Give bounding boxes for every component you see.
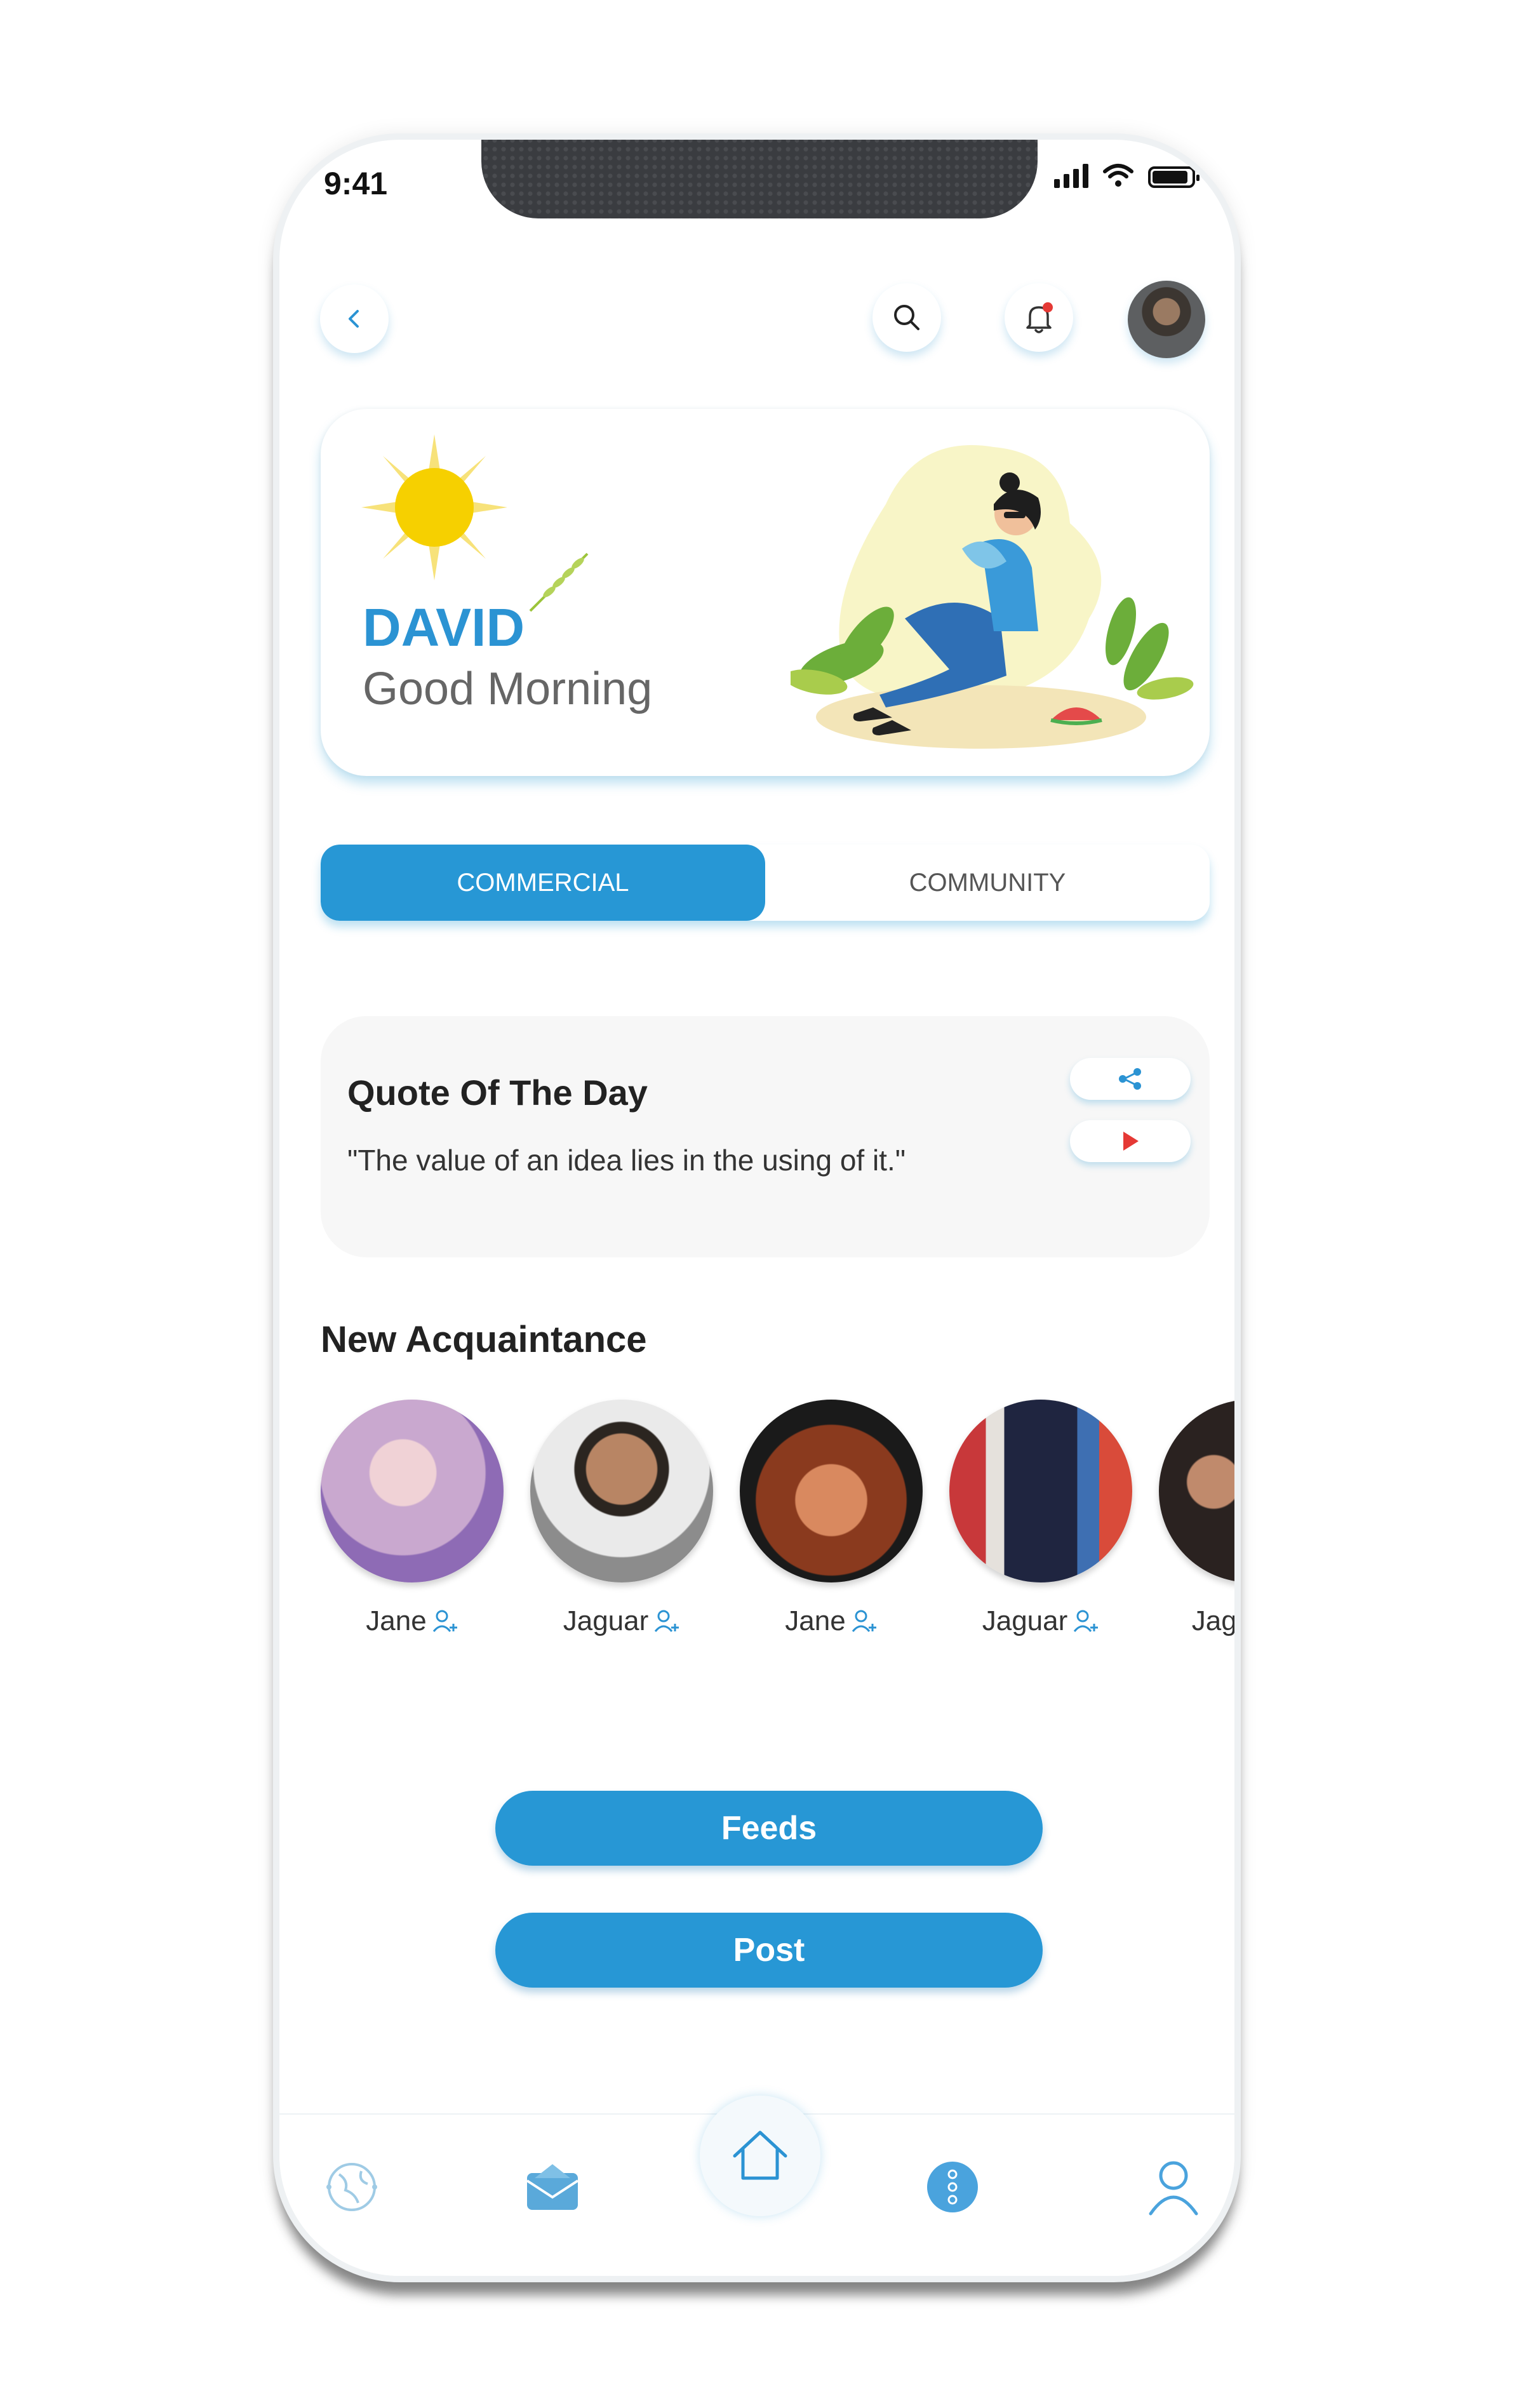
mail-icon (526, 2164, 579, 2210)
leaf-icon (529, 552, 589, 612)
person-photo (530, 1400, 713, 1582)
sun-icon (361, 434, 507, 580)
search-button[interactable] (872, 283, 941, 352)
back-button[interactable] (320, 284, 389, 353)
quote-card: Quote Of The Day "The value of an idea l… (321, 1016, 1210, 1257)
signal-icon (1054, 163, 1088, 188)
post-button[interactable]: Post (495, 1913, 1043, 1988)
tab-community[interactable]: COMMUNITY (765, 845, 1210, 921)
nav-explore[interactable] (320, 2155, 384, 2219)
category-tabs: COMMERCIAL COMMUNITY (321, 845, 1210, 921)
person-name: Jane (366, 1605, 427, 1636)
person-card[interactable]: Jaguar (949, 1400, 1132, 1637)
add-user-icon[interactable] (432, 1609, 458, 1634)
bell-icon (1026, 302, 1053, 333)
globe-icon (326, 2163, 377, 2211)
greeting-card: DAVID Good Morning (321, 409, 1210, 776)
status-icons (1054, 163, 1200, 188)
person-card[interactable]: Jane (321, 1400, 504, 1637)
person-photo (321, 1400, 504, 1582)
play-button[interactable] (1070, 1120, 1191, 1162)
person-card[interactable]: Jaguar (1159, 1400, 1237, 1637)
share-icon (1119, 1068, 1141, 1090)
acquaintance-title: New Acquaintance (321, 1319, 647, 1360)
search-icon (894, 305, 919, 330)
person-name: Jaguar (1191, 1605, 1237, 1636)
home-icon (733, 2130, 787, 2180)
person-card[interactable]: Jane (740, 1400, 923, 1637)
tab-commercial[interactable]: COMMERCIAL (321, 845, 765, 921)
nav-profile[interactable] (1142, 2155, 1205, 2219)
feeds-button[interactable]: Feeds (495, 1791, 1043, 1866)
quote-text: "The value of an idea lies in the using … (347, 1144, 906, 1177)
user-icon (1149, 2161, 1198, 2216)
chevron-left-icon (349, 310, 359, 328)
status-time: 9:41 (324, 166, 388, 201)
greeting-message: Good Morning (363, 664, 653, 714)
play-icon (1123, 1132, 1139, 1151)
person-name: Jaguar (982, 1605, 1068, 1636)
wifi-icon (1103, 164, 1133, 187)
nav-more[interactable] (921, 2155, 984, 2219)
notification-button[interactable] (1005, 283, 1073, 352)
person-name: Jane (785, 1605, 846, 1636)
battery-icon (1148, 166, 1200, 188)
share-button[interactable] (1070, 1058, 1191, 1100)
person-photo (740, 1400, 923, 1582)
person-card[interactable]: Jaguar (530, 1400, 713, 1637)
quote-title: Quote Of The Day (347, 1073, 648, 1113)
more-icon (927, 2162, 978, 2212)
user-avatar[interactable] (1128, 281, 1205, 358)
person-name: Jaguar (563, 1605, 649, 1636)
acquaintance-list: Jane Jaguar Jane Jaguar Jaguar (321, 1400, 1237, 1666)
person-photo (1159, 1400, 1234, 1582)
user-name: DAVID (363, 598, 525, 657)
add-user-icon[interactable] (1073, 1609, 1099, 1634)
nav-messages[interactable] (521, 2155, 584, 2219)
person-photo (949, 1400, 1132, 1582)
phone-frame: 9:41 DAVID Good Morning COMMERCIAL COMMU… (273, 133, 1241, 2282)
add-user-icon[interactable] (851, 1609, 878, 1634)
add-user-icon[interactable] (653, 1609, 680, 1634)
bottom-nav (279, 2096, 1234, 2276)
camera-notch (481, 140, 1038, 218)
summer-illustration (791, 445, 1194, 749)
nav-home[interactable] (700, 2096, 820, 2216)
